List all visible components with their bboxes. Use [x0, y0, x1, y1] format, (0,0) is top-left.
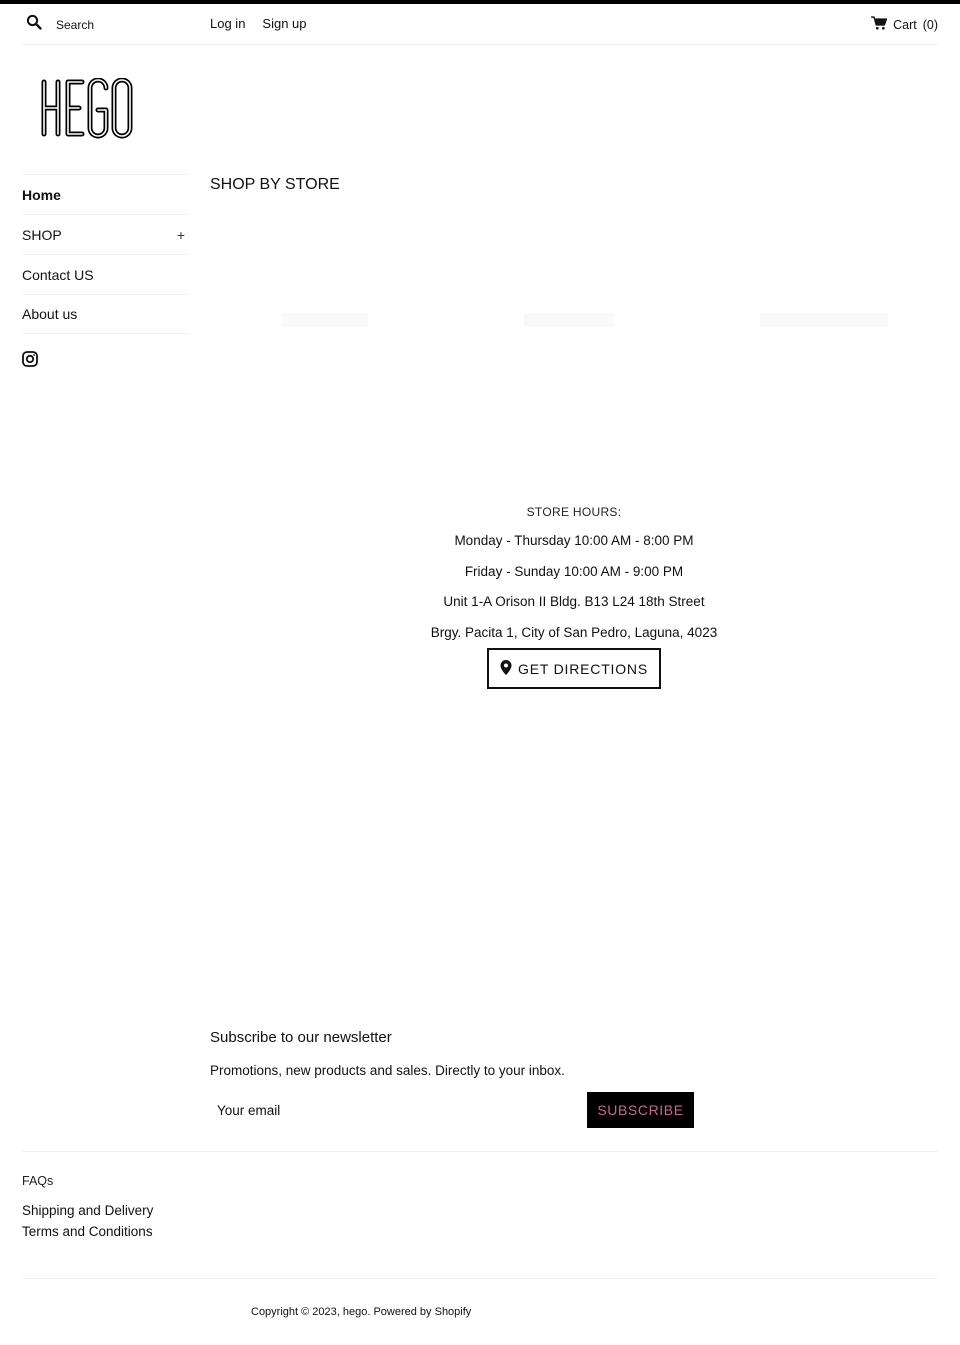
sidebar-item-label: About us	[22, 306, 78, 322]
page-title: SHOP BY STORE	[210, 176, 340, 193]
search-icon[interactable]	[26, 14, 42, 35]
store-tab-placeholder	[524, 313, 614, 327]
sidebar-item-about[interactable]: About us	[22, 294, 187, 334]
divider	[22, 1278, 938, 1279]
store-hours-weekdays: Monday - Thursday 10:00 AM - 8:00 PM	[454, 533, 694, 548]
store-address-line2: Brgy. Pacita 1, City of San Pedro, Lagun…	[430, 624, 718, 640]
copyright: Copyright © 2023, hego. Powered by Shopi…	[251, 1306, 472, 1318]
login-link[interactable]: Log in	[210, 16, 245, 31]
get-directions-button[interactable]: GET DIRECTIONS	[487, 648, 661, 689]
cart-icon	[871, 16, 888, 33]
cart-count: (0)	[922, 17, 938, 32]
sidebar-nav: Home SHOP + Contact US About us	[22, 174, 187, 334]
sidebar-item-contact[interactable]: Contact US	[22, 254, 187, 294]
search-form	[26, 14, 186, 35]
newsletter-subtitle: Promotions, new products and sales. Dire…	[210, 1063, 565, 1078]
store-address-line1: Unit 1-A Orison II Bldg. B13 L24 18th St…	[443, 594, 705, 609]
sidebar-item-home[interactable]: Home	[22, 174, 187, 214]
divider	[22, 1151, 938, 1152]
newsletter-title: Subscribe to our newsletter	[210, 1029, 392, 1046]
store-tab-placeholder	[282, 313, 368, 327]
signup-link[interactable]: Sign up	[262, 16, 306, 31]
cart-link[interactable]: Cart (0)	[871, 16, 938, 33]
store-hours-weekend: Friday - Sunday 10:00 AM - 9:00 PM	[464, 563, 684, 579]
subscribe-button[interactable]: SUBSCRIBE	[587, 1092, 694, 1128]
footer-heading: FAQs	[22, 1174, 54, 1188]
sidebar-item-label: SHOP	[22, 226, 62, 243]
site-logo[interactable]	[38, 77, 140, 140]
cart-label: Cart	[893, 17, 917, 32]
store-tab-placeholder	[760, 313, 888, 327]
footer-links: FAQs Shipping and Delivery Terms and Con…	[22, 1174, 153, 1242]
expand-icon[interactable]: +	[177, 227, 185, 243]
footer-link-shipping[interactable]: Shipping and Delivery	[22, 1200, 153, 1221]
account-links: Log in Sign up	[210, 16, 307, 31]
sidebar-item-label: Home	[22, 186, 61, 203]
map-pin-icon	[500, 659, 512, 678]
store-info: STORE HOURS: Monday - Thursday 10:00 AM …	[360, 505, 788, 689]
get-directions-label: GET DIRECTIONS	[518, 660, 648, 677]
search-input[interactable]	[56, 17, 186, 32]
site-header: Log in Sign up Cart (0)	[22, 4, 938, 45]
footer-link-terms[interactable]: Terms and Conditions	[22, 1221, 153, 1242]
sidebar-item-shop[interactable]: SHOP +	[22, 214, 187, 254]
store-hours-label: STORE HOURS:	[526, 505, 622, 519]
sidebar-item-label: Contact US	[22, 266, 94, 283]
instagram-icon[interactable]	[22, 351, 38, 367]
email-field[interactable]	[210, 1092, 586, 1128]
